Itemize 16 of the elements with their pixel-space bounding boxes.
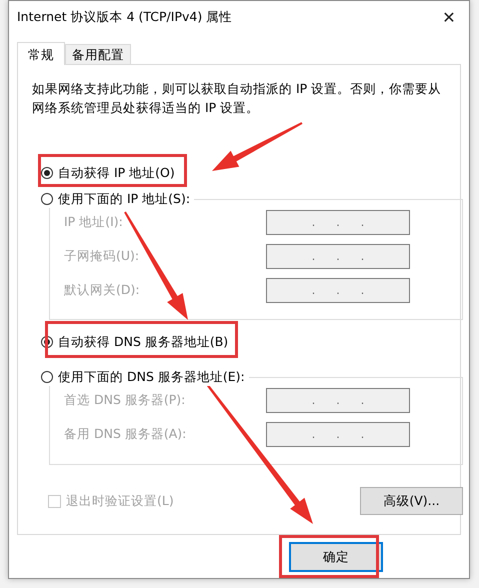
radio-label[interactable]: 使用下面的 IP 地址(S):	[58, 190, 190, 208]
close-button[interactable]: ✕	[429, 1, 469, 33]
description-text: 如果网络支持此功能，则可以获取自动指派的 IP 设置。否则，你需要从网络系统管理员处获得适当的 IP 设置。	[32, 80, 442, 117]
field-label: 备用 DNS 服务器(A):	[64, 426, 186, 443]
window-title: Internet 协议版本 4 (TCP/IPv4) 属性	[17, 8, 232, 26]
field-label: IP 地址(I):	[64, 214, 123, 231]
advanced-button[interactable]: 高级(V)...	[360, 487, 463, 515]
radio-label[interactable]: 自动获得 IP 地址(O)	[58, 164, 175, 182]
field-label: 子网掩码(U):	[64, 248, 140, 265]
tab[interactable]: 常规	[17, 42, 65, 65]
radio-label[interactable]: 使用下面的 DNS 服务器地址(E):	[58, 368, 245, 386]
radio-label[interactable]: 自动获得 DNS 服务器地址(B)	[58, 334, 228, 350]
field-label: 首选 DNS 服务器(P):	[64, 392, 186, 409]
tab[interactable]: 备用配置	[65, 44, 131, 64]
field-label: 默认网关(D):	[64, 282, 140, 299]
ok-button[interactable]: 确定	[289, 542, 383, 572]
